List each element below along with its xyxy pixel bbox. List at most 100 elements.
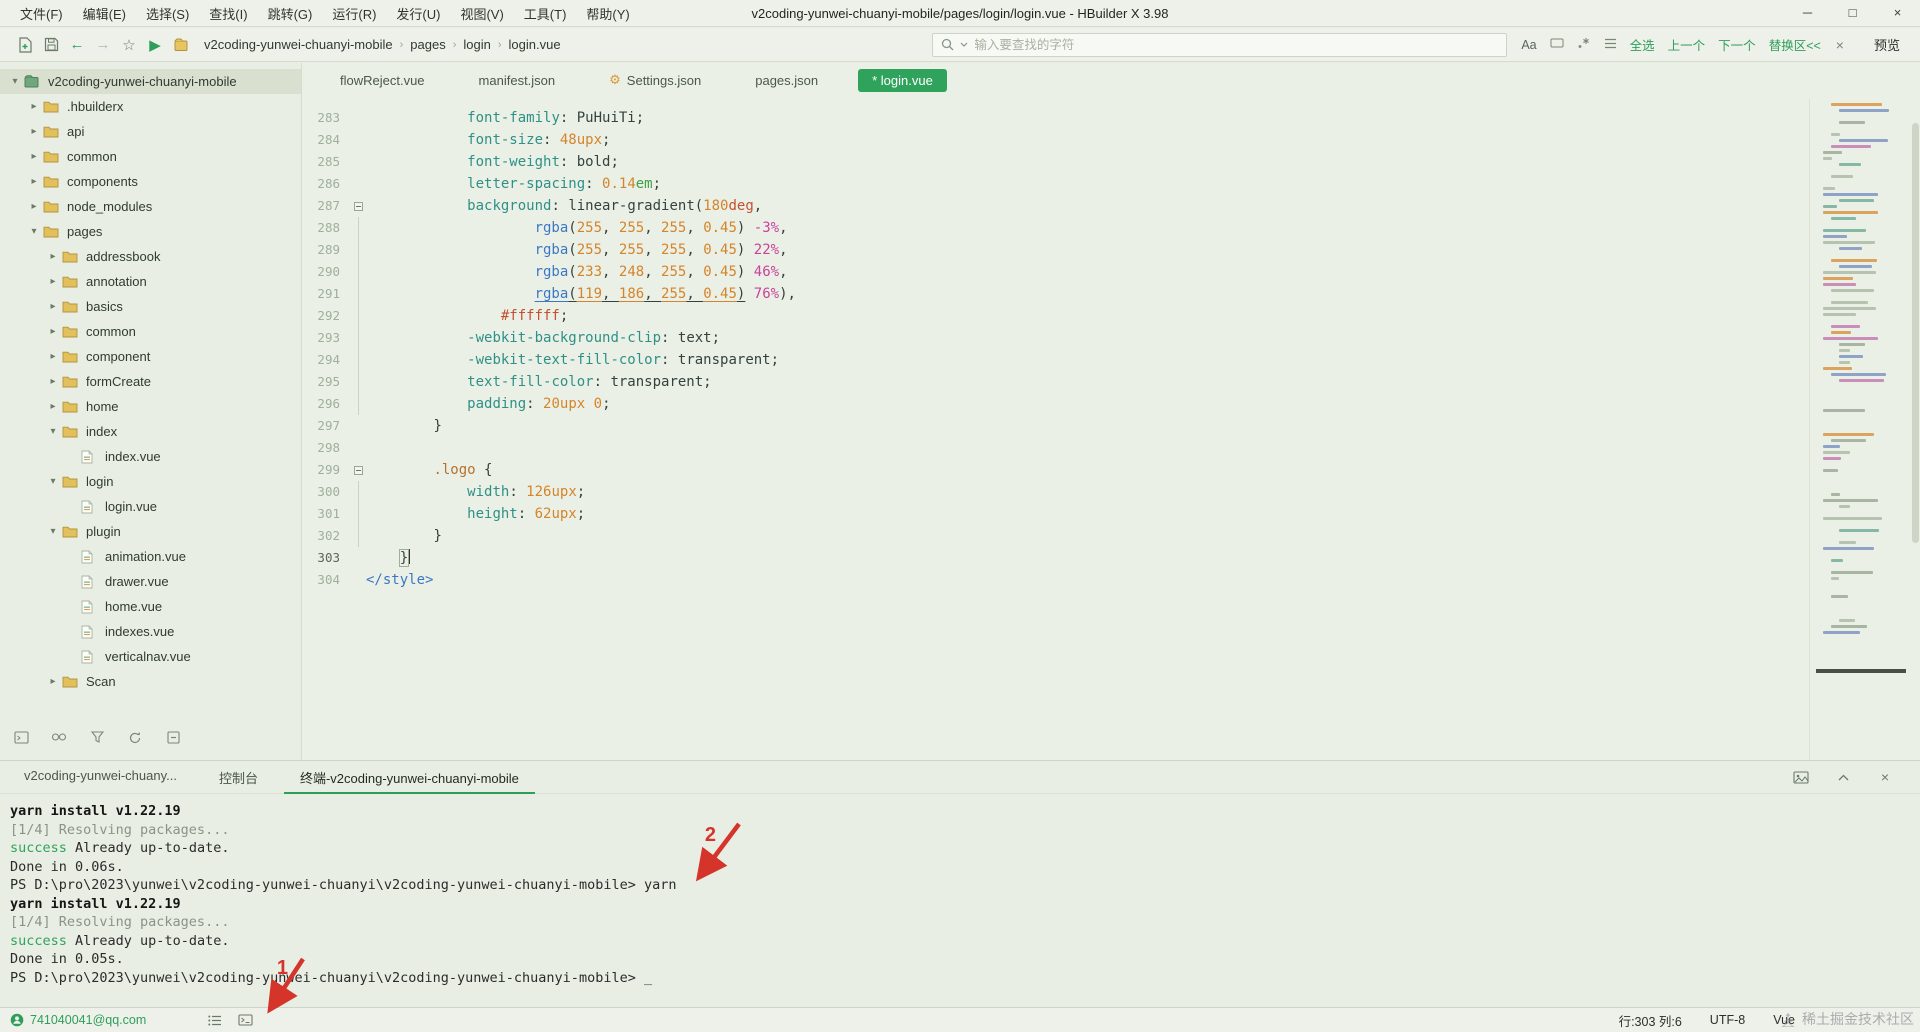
terminal-output[interactable]: yarn install v1.22.19 [1/4] Resolving pac… [0,794,1920,995]
breadcrumb-item-3[interactable]: login.vue [509,37,561,52]
code-line-291[interactable]: 291 rgba(119, 186, 255, 0.45) 76%), [302,283,1808,305]
favorite-star-icon[interactable]: ☆ [116,33,142,57]
code-line-296[interactable]: 296 padding: 20upx 0; [302,393,1808,415]
find-previous-button[interactable]: 上一个 [1668,35,1706,54]
tree-item-login.vue[interactable]: login.vue [0,494,301,519]
search-box[interactable] [932,32,1508,57]
tree-item-v2coding-yunwei-chuanyi-mobile[interactable]: ▾ v2coding-yunwei-chuanyi-mobile [0,69,301,94]
collapse-panel-icon[interactable] [1834,769,1852,785]
tree-item-login[interactable]: ▾ login [0,469,301,494]
breadcrumb-item-0[interactable]: v2coding-yunwei-chuanyi-mobile [204,37,393,52]
tree-item-drawer.vue[interactable]: drawer.vue [0,569,301,594]
editor-tab-pages.json[interactable]: pages.json [741,69,832,92]
code-editor[interactable]: 283 font-family: PuHuiTi; 284 font-size: … [302,99,1808,760]
tree-item-component[interactable]: ▸ component [0,344,301,369]
tree-item-basics[interactable]: ▸ basics [0,294,301,319]
match-case-toggle[interactable]: Aa [1521,38,1536,52]
new-file-icon[interactable] [12,33,38,57]
code-line-294[interactable]: 294 -webkit-text-fill-color: transparent… [302,349,1808,371]
menu-item-8[interactable]: 工具(T) [514,1,577,26]
console-tab-1[interactable]: 控制台 [203,761,274,794]
tree-item-verticalnav.vue[interactable]: verticalnav.vue [0,644,301,669]
tree-item-addressbook[interactable]: ▸ addressbook [0,244,301,269]
breadcrumb-item-1[interactable]: pages [410,37,445,52]
close-button[interactable]: × [1875,0,1920,26]
editor-tab-login.vue[interactable]: * login.vue [858,68,947,92]
tree-item-api[interactable]: ▸ api [0,119,301,144]
terminal-panel-icon[interactable] [12,729,30,745]
minimap[interactable] [1816,103,1906,703]
terminal-icon[interactable] [237,1013,254,1028]
encoding-indicator[interactable]: UTF-8 [1710,1013,1745,1027]
preview-button[interactable]: 预览 [1866,32,1908,57]
run-icon[interactable]: ▶ [142,33,168,57]
tree-item-node_modules[interactable]: ▸ node_modules [0,194,301,219]
collapse-all-icon[interactable] [164,729,182,745]
code-line-283[interactable]: 283 font-family: PuHuiTi; [302,107,1808,129]
select-all-button[interactable]: 全选 [1630,35,1655,54]
menu-item-4[interactable]: 跳转(G) [258,1,323,26]
locate-file-icon[interactable] [50,729,68,745]
close-find-icon[interactable]: × [1836,37,1844,53]
code-line-302[interactable]: 302 } [302,525,1808,547]
tree-item-index.vue[interactable]: index.vue [0,444,301,469]
code-line-293[interactable]: 293 -webkit-background-clip: text; [302,327,1808,349]
code-line-298[interactable]: 298 [302,437,1808,459]
replace-area-button[interactable]: 替换区<< [1769,35,1821,54]
menu-item-2[interactable]: 选择(S) [136,1,199,26]
scrollbar-thumb[interactable] [1912,123,1919,543]
filter-lines-icon[interactable] [1604,38,1617,52]
find-next-button[interactable]: 下一个 [1718,35,1756,54]
code-line-292[interactable]: 292 #ffffff; [302,305,1808,327]
code-line-288[interactable]: 288 rgba(255, 255, 255, 0.45) -3%, [302,217,1808,239]
account-item[interactable]: 741040041@qq.com [10,1013,146,1027]
code-line-284[interactable]: 284 font-size: 48upx; [302,129,1808,151]
fold-marker[interactable] [353,465,363,475]
breadcrumb-item-2[interactable]: login [463,37,490,52]
console-tab-2[interactable]: 终端-v2coding-yunwei-chuanyi-mobile [283,761,535,794]
minimize-button[interactable]: ─ [1785,0,1830,26]
code-line-300[interactable]: 300 width: 126upx; [302,481,1808,503]
code-line-303[interactable]: 303 } [302,547,1808,569]
tree-item-formCreate[interactable]: ▸ formCreate [0,369,301,394]
tree-item-pages[interactable]: ▾ pages [0,219,301,244]
menu-item-6[interactable]: 发行(U) [386,1,450,26]
forward-icon[interactable]: → [90,33,116,57]
tree-item-home.vue[interactable]: home.vue [0,594,301,619]
close-panel-icon[interactable]: × [1876,769,1894,785]
code-line-287[interactable]: 287 background: linear-gradient(180deg, [302,195,1808,217]
tree-item-common[interactable]: ▸ common [0,144,301,169]
code-line-297[interactable]: 297 } [302,415,1808,437]
tree-item-.hbuilderx[interactable]: ▸ .hbuilderx [0,94,301,119]
tree-item-plugin[interactable]: ▾ plugin [0,519,301,544]
filter-icon[interactable] [88,729,106,745]
menu-item-9[interactable]: 帮助(Y) [576,1,639,26]
tree-item-components[interactable]: ▸ components [0,169,301,194]
code-line-290[interactable]: 290 rgba(233, 248, 255, 0.45) 46%, [302,261,1808,283]
editor-tab-Settings.json[interactable]: ⚙ Settings.json [595,68,715,92]
code-line-304[interactable]: 304 </style> [302,569,1808,591]
outline-list-icon[interactable] [206,1013,223,1028]
screenshot-icon[interactable] [1792,769,1810,785]
editor-tab-flowReject.vue[interactable]: flowReject.vue [326,69,439,92]
console-tab-0[interactable]: v2coding-yunwei-chuany... [8,761,193,794]
search-input[interactable] [974,37,1499,52]
tree-item-animation.vue[interactable]: animation.vue [0,544,301,569]
maximize-button[interactable]: □ [1830,0,1875,26]
whole-word-icon[interactable] [1550,37,1564,52]
menu-item-3[interactable]: 查找(I) [199,1,257,26]
cursor-position[interactable]: 行:303 列:6 [1619,1011,1682,1030]
tree-item-home[interactable]: ▸ home [0,394,301,419]
menu-item-7[interactable]: 视图(V) [450,1,513,26]
code-line-289[interactable]: 289 rgba(255, 255, 255, 0.45) 22%, [302,239,1808,261]
editor-tab-manifest.json[interactable]: manifest.json [465,69,570,92]
tree-item-annotation[interactable]: ▸ annotation [0,269,301,294]
code-line-286[interactable]: 286 letter-spacing: 0.14em; [302,173,1808,195]
code-line-285[interactable]: 285 font-weight: bold; [302,151,1808,173]
code-line-301[interactable]: 301 height: 62upx; [302,503,1808,525]
menu-item-1[interactable]: 编辑(E) [73,1,136,26]
refresh-icon[interactable] [126,729,144,745]
editor-scrollbar[interactable] [1911,99,1920,760]
search-history-chevron-icon[interactable] [960,42,968,48]
back-icon[interactable]: ← [64,33,90,57]
